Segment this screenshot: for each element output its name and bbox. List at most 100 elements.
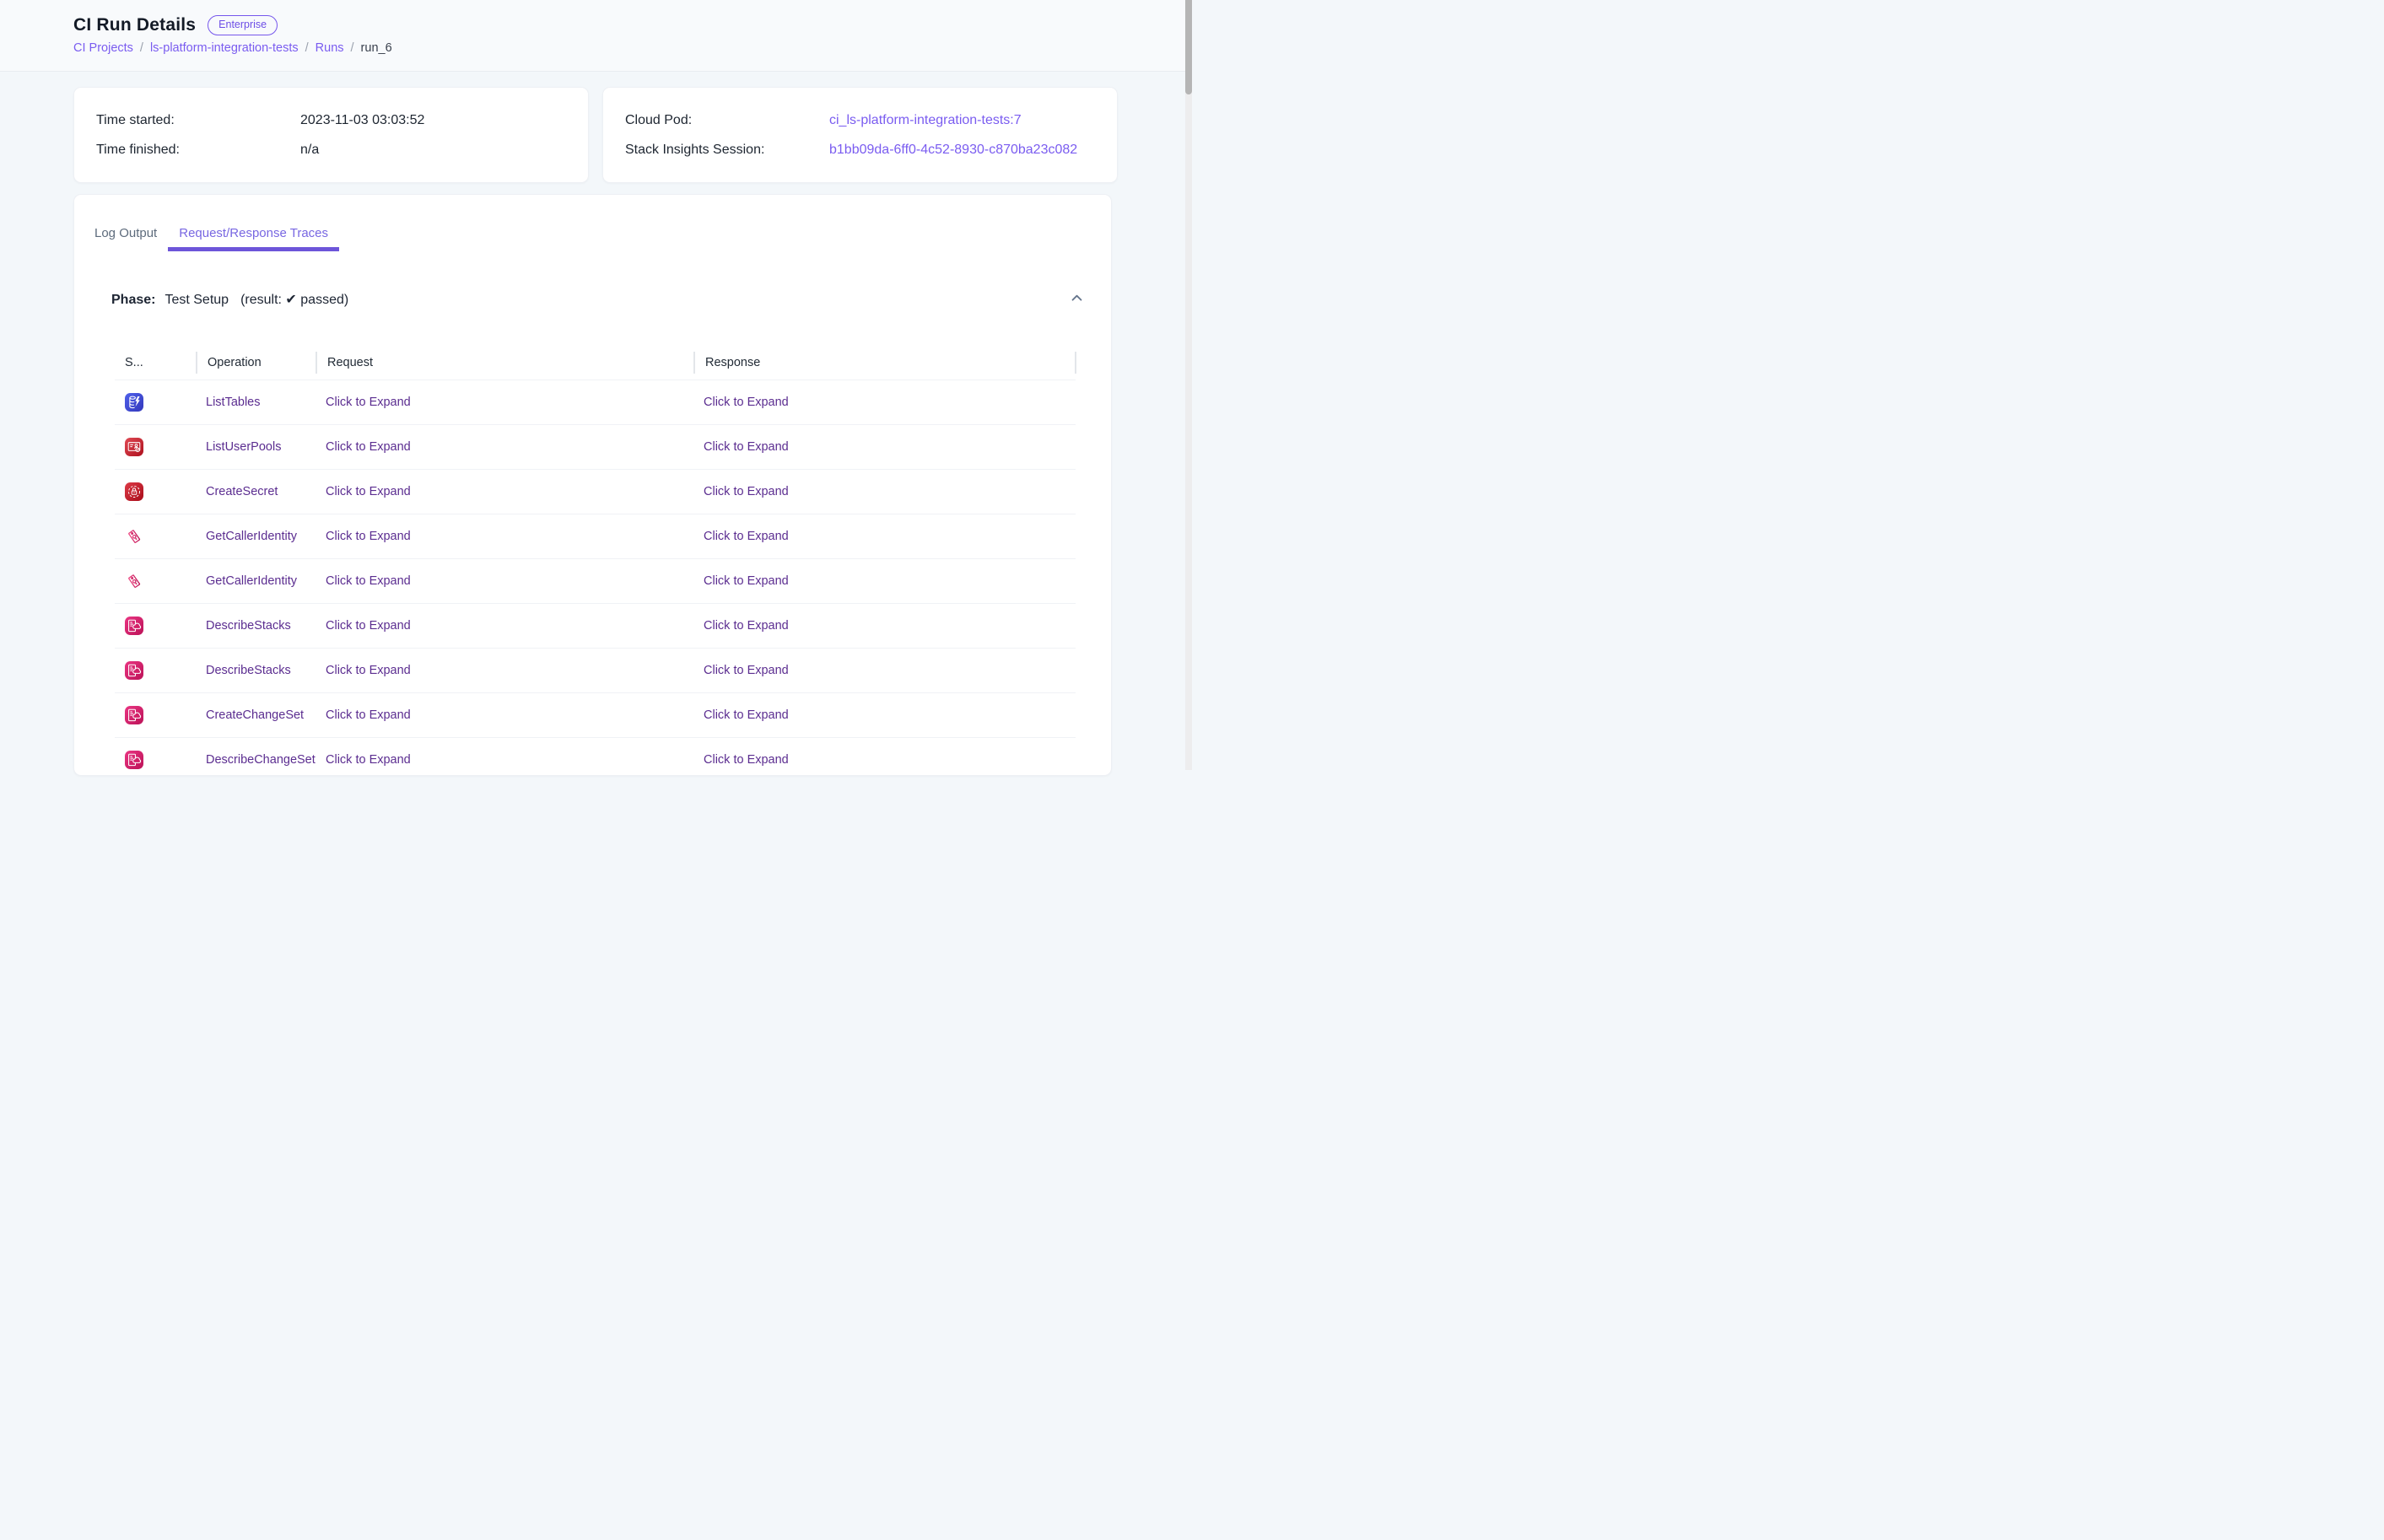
service-icon-slot (115, 751, 196, 769)
table-row: DescribeStacks Click to Expand Click to … (115, 603, 1076, 648)
phase-header: Phase: Test Setup (result: ✔ passed) (111, 290, 1086, 309)
phase-result: (result: ✔ passed) (240, 291, 348, 308)
tab-log-output[interactable]: Log Output (84, 216, 168, 251)
stack-insights-label: Stack Insights Session: (625, 143, 829, 158)
time-started-row: Time started: 2023-11-03 03:03:52 (96, 105, 566, 135)
response-expand-link[interactable]: Click to Expand (704, 530, 789, 543)
breadcrumb-separator: / (305, 40, 309, 57)
stack-insights-row: Stack Insights Session: b1bb09da-6ff0-4c… (625, 135, 1095, 164)
table-row: GetCallerIdentity Click to Expand Click … (115, 558, 1076, 603)
cognito-icon (125, 438, 143, 456)
request-expand-link[interactable]: Click to Expand (326, 708, 411, 722)
column-header-request: Request (316, 352, 693, 374)
scrollbar-thumb[interactable] (1185, 0, 1192, 94)
traces-card: Log Output Request/Response Traces Phase… (73, 194, 1112, 776)
request-expand-link[interactable]: Click to Expand (326, 619, 411, 633)
service-icon-slot (115, 572, 196, 590)
table-row: ListUserPools Click to Expand Click to E… (115, 424, 1076, 469)
response-expand-link[interactable]: Click to Expand (704, 753, 789, 767)
operation-link[interactable]: CreateSecret (206, 485, 278, 498)
table-row: CreateChangeSet Click to Expand Click to… (115, 692, 1076, 737)
column-header-response: Response (693, 352, 1075, 374)
request-expand-link[interactable]: Click to Expand (326, 396, 411, 409)
tab-request-response-traces[interactable]: Request/Response Traces (168, 216, 339, 251)
operation-link[interactable]: ListTables (206, 396, 260, 409)
request-expand-link[interactable]: Click to Expand (326, 574, 411, 588)
column-header-service: S... (115, 352, 196, 374)
breadcrumb-current-run: run_6 (361, 40, 392, 57)
service-icon-slot (115, 661, 196, 680)
response-expand-link[interactable]: Click to Expand (704, 574, 789, 588)
request-expand-link[interactable]: Click to Expand (326, 664, 411, 677)
page-title: CI Run Details (73, 13, 196, 37)
cloudformation-icon (125, 751, 143, 769)
breadcrumb-separator: / (351, 40, 354, 57)
tabs: Log Output Request/Response Traces (74, 216, 1111, 251)
phase-name: Test Setup (165, 293, 229, 308)
operation-link[interactable]: ListUserPools (206, 440, 281, 454)
cloudformation-icon (125, 706, 143, 724)
enterprise-badge: Enterprise (208, 15, 278, 35)
time-started-label: Time started: (96, 113, 300, 128)
breadcrumb-link-project[interactable]: ls-platform-integration-tests (150, 40, 299, 57)
cloud-pod-link[interactable]: ci_ls-platform-integration-tests:7 (829, 113, 1095, 128)
chevron-up-icon (1070, 291, 1084, 308)
phase-label: Phase: (111, 293, 155, 308)
request-expand-link[interactable]: Click to Expand (326, 753, 411, 767)
response-expand-link[interactable]: Click to Expand (704, 396, 789, 409)
links-summary-card: Cloud Pod: ci_ls-platform-integration-te… (602, 87, 1118, 183)
service-icon-slot (115, 617, 196, 635)
breadcrumb-separator: / (140, 40, 143, 57)
table-row: CreateSecret Click to Expand Click to Ex… (115, 469, 1076, 514)
time-finished-value: n/a (300, 143, 566, 158)
breadcrumb: CI Projects / ls-platform-integration-te… (73, 40, 1118, 57)
cloudformation-icon (125, 617, 143, 635)
time-finished-row: Time finished: n/a (96, 135, 566, 164)
dynamodb-icon (125, 393, 143, 412)
table-row: DescribeChangeSet Click to Expand Click … (115, 737, 1076, 782)
column-header-spacer (1075, 352, 1087, 374)
table-row: ListTables Click to Expand Click to Expa… (115, 380, 1076, 424)
operation-link[interactable]: DescribeStacks (206, 619, 291, 633)
operation-link[interactable]: GetCallerIdentity (206, 574, 297, 588)
request-expand-link[interactable]: Click to Expand (326, 440, 411, 454)
cloud-pod-label: Cloud Pod: (625, 113, 829, 128)
service-icon-slot (115, 527, 196, 546)
scrollbar-track[interactable] (1185, 0, 1192, 770)
time-finished-label: Time finished: (96, 143, 300, 158)
topbar: CI Run Details Enterprise CI Projects / … (0, 0, 1192, 72)
response-expand-link[interactable]: Click to Expand (704, 440, 789, 454)
operation-link[interactable]: CreateChangeSet (206, 708, 304, 722)
response-expand-link[interactable]: Click to Expand (704, 485, 789, 498)
response-expand-link[interactable]: Click to Expand (704, 708, 789, 722)
cloudformation-icon (125, 661, 143, 680)
service-icon-slot (115, 393, 196, 412)
service-icon-slot (115, 482, 196, 501)
column-header-operation: Operation (196, 352, 316, 374)
response-expand-link[interactable]: Click to Expand (704, 619, 789, 633)
stack-insights-link[interactable]: b1bb09da-6ff0-4c52-8930-c870ba23c082 (829, 143, 1095, 158)
service-icon-slot (115, 706, 196, 724)
operation-link[interactable]: DescribeStacks (206, 664, 291, 677)
sts-icon (125, 572, 143, 590)
trace-table-header: S... Operation Request Response (115, 346, 1076, 380)
secrets-manager-icon (125, 482, 143, 501)
response-expand-link[interactable]: Click to Expand (704, 664, 789, 677)
cloud-pod-row: Cloud Pod: ci_ls-platform-integration-te… (625, 105, 1095, 135)
summary-cards-row: Time started: 2023-11-03 03:03:52 Time f… (73, 87, 1118, 183)
operation-link[interactable]: GetCallerIdentity (206, 530, 297, 543)
request-expand-link[interactable]: Click to Expand (326, 530, 411, 543)
table-row: GetCallerIdentity Click to Expand Click … (115, 514, 1076, 558)
phase-collapse-button[interactable] (1068, 289, 1086, 310)
request-expand-link[interactable]: Click to Expand (326, 485, 411, 498)
operation-link[interactable]: DescribeChangeSet (206, 753, 316, 767)
sts-icon (125, 527, 143, 546)
breadcrumb-link-runs[interactable]: Runs (316, 40, 344, 57)
service-icon-slot (115, 438, 196, 456)
table-row: DescribeStacks Click to Expand Click to … (115, 648, 1076, 692)
time-summary-card: Time started: 2023-11-03 03:03:52 Time f… (73, 87, 589, 183)
trace-table-body: ListTables Click to Expand Click to Expa… (115, 380, 1076, 782)
trace-table: S... Operation Request Response ListTabl… (115, 346, 1076, 782)
breadcrumb-link-ci-projects[interactable]: CI Projects (73, 40, 133, 57)
time-started-value: 2023-11-03 03:03:52 (300, 113, 566, 128)
